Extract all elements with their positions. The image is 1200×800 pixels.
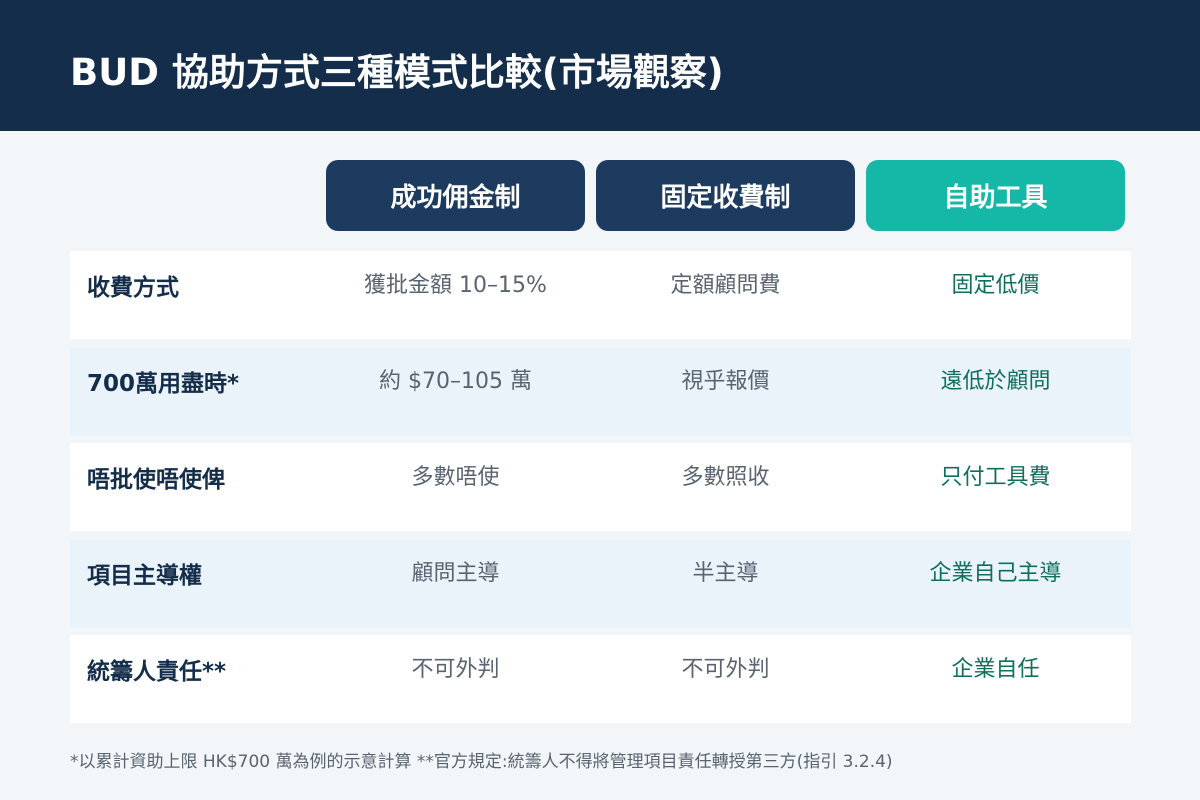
cell-fixed-fee: 半主導 (692, 561, 759, 586)
cell-commission: 約 $70–105 萬 (379, 369, 532, 394)
cell-fixed-fee: 不可外判 (681, 657, 770, 682)
cell-self-service: 遠低於顧問 (940, 369, 1051, 394)
cell-self-service: 企業自己主導 (929, 561, 1062, 586)
page-title: BUD 協助方式三種模式比較(市場觀察) (70, 51, 724, 94)
cell-fixed-fee: 視乎報價 (681, 369, 770, 394)
row-label: 統籌人責任** (87, 659, 227, 685)
row-label: 收費方式 (87, 275, 179, 301)
cell-fixed-fee: 多數照收 (681, 465, 770, 490)
cell-commission: 顧問主導 (411, 561, 500, 586)
column-header-self-service: 自助工具 (866, 160, 1125, 231)
table-row: 700萬用盡時* 約 $70–105 萬 視乎報價 遠低於顧問 (70, 347, 1131, 435)
title-banner: BUD 協助方式三種模式比較(市場觀察) (0, 0, 1200, 131)
cell-commission: 不可外判 (411, 657, 500, 682)
row-label: 700萬用盡時* (87, 371, 240, 397)
column-header-commission: 成功佣金制 (326, 160, 585, 231)
table-row: 收費方式 獲批金額 10–15% 定額顧問費 固定低價 (70, 251, 1131, 339)
cell-self-service: 固定低價 (951, 273, 1040, 298)
cell-fixed-fee: 定額顧問費 (670, 273, 781, 298)
column-header-fixed-fee: 固定收費制 (596, 160, 855, 231)
footnote: *以累計資助上限 HK$700 萬為例的示意計算 **官方規定:統籌人不得將管理… (70, 752, 893, 772)
row-label: 項目主導權 (87, 563, 202, 589)
table-row: 唔批使唔使俾 多數唔使 多數照收 只付工具費 (70, 443, 1131, 531)
cell-self-service: 企業自任 (951, 657, 1040, 682)
cell-commission: 獲批金額 10–15% (364, 273, 547, 298)
row-label: 唔批使唔使俾 (87, 467, 225, 493)
cell-commission: 多數唔使 (411, 465, 500, 490)
table-row: 項目主導權 顧問主導 半主導 企業自己主導 (70, 539, 1131, 627)
table-row: 統籌人責任** 不可外判 不可外判 企業自任 (70, 635, 1131, 723)
cell-self-service: 只付工具費 (940, 465, 1051, 490)
